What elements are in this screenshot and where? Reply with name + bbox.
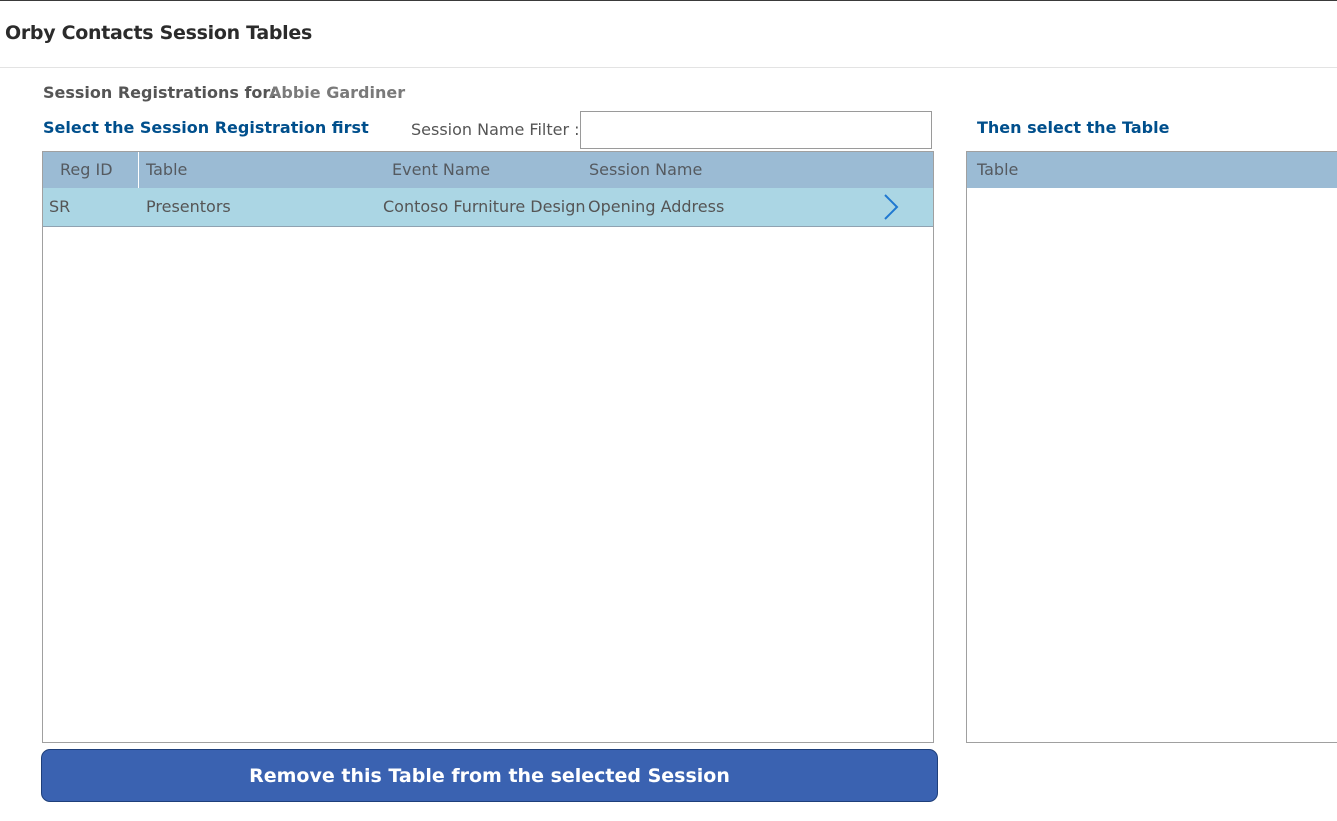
- table-select-heading: Then select the Table: [977, 118, 1170, 137]
- title-divider: [0, 67, 1337, 68]
- column-header-event-name: Event Name: [392, 160, 491, 179]
- registration-label: Session Registrations for:: [43, 83, 277, 102]
- column-header-reg-id: Reg ID: [60, 160, 113, 179]
- chevron-right-icon[interactable]: [879, 193, 903, 221]
- cell-event-name: Contoso Furniture Design: [383, 197, 586, 216]
- column-header-table: Table: [146, 160, 188, 179]
- column-separator: [138, 152, 139, 188]
- session-name-filter-input[interactable]: [580, 111, 932, 149]
- gallery-header: Reg ID Table Event Name Session Name: [43, 152, 933, 188]
- tables-gallery-header: Table: [967, 152, 1337, 188]
- cell-table: Presentors: [146, 197, 231, 216]
- window-top-border: [0, 0, 1337, 1]
- session-filter-label: Session Name Filter :: [411, 120, 580, 139]
- cell-reg-id: SR: [49, 197, 71, 216]
- column-header-table: Table: [977, 160, 1019, 179]
- tables-gallery[interactable]: Table: [966, 151, 1337, 743]
- remove-table-button[interactable]: Remove this Table from the selected Sess…: [41, 749, 938, 802]
- table-row[interactable]: SR Presentors Contoso Furniture Design O…: [43, 188, 933, 227]
- session-registrations-gallery[interactable]: Reg ID Table Event Name Session Name SR …: [42, 151, 934, 743]
- column-header-session-name: Session Name: [589, 160, 703, 179]
- session-registration-heading: Select the Session Registration first: [43, 118, 369, 137]
- app-title: Orby Contacts Session Tables: [5, 22, 312, 44]
- cell-session-name: Opening Address: [588, 197, 725, 216]
- registration-contact-name: Abbie Gardiner: [269, 83, 406, 102]
